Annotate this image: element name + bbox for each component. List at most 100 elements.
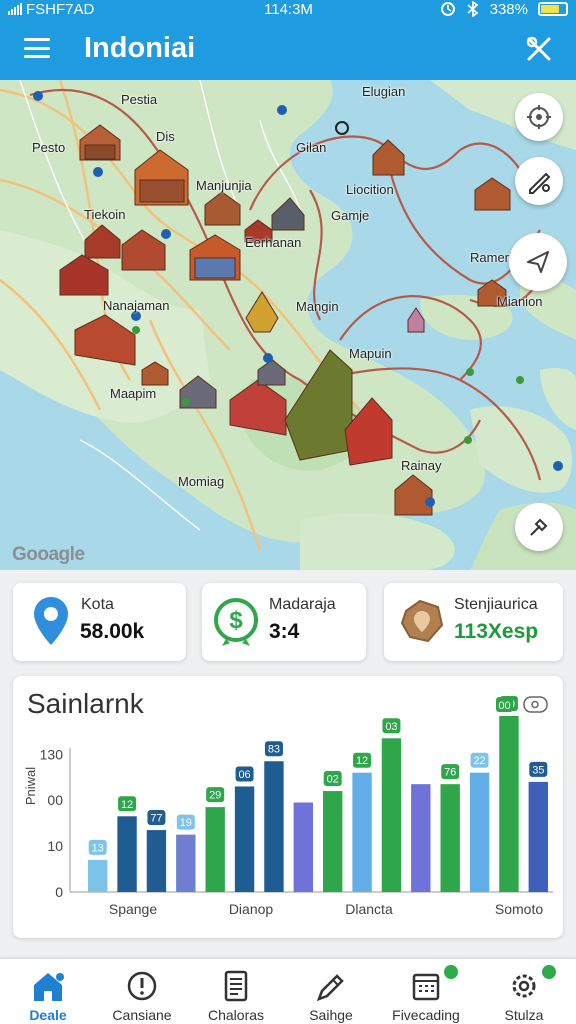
close-button[interactable] (522, 32, 556, 66)
legend-label: 00 (498, 700, 510, 712)
alarm-icon (440, 2, 455, 16)
stat-value: 58.00k (80, 620, 145, 643)
bar (176, 834, 196, 892)
bar (352, 772, 372, 892)
stat-value: 3:4 (269, 620, 300, 643)
bar (117, 816, 137, 892)
bar (528, 781, 549, 892)
data-label: 13 (92, 842, 104, 854)
bluetooth-icon (467, 1, 479, 17)
map-label: Gamje (331, 208, 370, 223)
target-icon (527, 105, 551, 129)
data-label: 12 (121, 799, 133, 811)
y-tick-label: 10 (47, 838, 63, 854)
bar (411, 784, 431, 892)
app-bar: Indoniai (0, 18, 576, 80)
clock: 114:3M (264, 0, 313, 18)
map-label: Mapuin (349, 346, 392, 361)
badge-dot (444, 965, 458, 979)
map-label: Maapim (110, 386, 157, 401)
bar (87, 859, 108, 892)
map-label: Liocition (346, 182, 394, 197)
y-tick-label: 130 (40, 746, 64, 762)
map-view[interactable]: Pestia Elugian Pesto Dis Gilan Manjunjia… (0, 80, 576, 570)
map-label: Pestia (121, 92, 158, 107)
bar (469, 772, 490, 892)
x-tick-label: Dianop (229, 901, 274, 917)
x-tick-label: Somoto (495, 901, 543, 917)
pen-icon (529, 172, 551, 194)
map-canvas (0, 80, 576, 570)
bar (440, 784, 460, 892)
chart-panel: Sainlarnk Pniwal 0 10 00 130 13 12 77 19 29 06 83… (13, 676, 563, 938)
tool-icon (530, 518, 548, 536)
bar (264, 761, 284, 892)
data-label: 22 (473, 755, 485, 767)
target-button[interactable] (515, 93, 563, 141)
map-label: Tiekoin (84, 207, 126, 222)
stat-label: Stenjiaurica (454, 596, 538, 613)
y-axis-label: Pniwal (23, 767, 38, 805)
stat-card-stenjiaurica[interactable]: Stenjiaurica 113Xesp (384, 583, 563, 661)
nav-label: Cansiane (112, 1007, 172, 1023)
page-title: Indoniai (84, 32, 196, 64)
pen-icon (316, 974, 344, 1002)
nav-item-cansiane[interactable]: Cansiane (94, 959, 190, 1024)
map-label: Mangin (296, 299, 339, 314)
stat-card-kota[interactable]: Kota 58.00k (13, 583, 186, 661)
tools-icon (526, 36, 551, 61)
bar (322, 791, 343, 892)
navigate-icon (527, 251, 549, 273)
bar (205, 807, 225, 892)
nav-label: Fivecading (392, 1007, 460, 1023)
status-bar: FSHF7AD 114:3M 338% (0, 0, 576, 18)
draw-button[interactable] (515, 157, 563, 205)
bar-chart: Pniwal 0 10 00 130 13 12 77 19 29 06 83 02 12 03 76 22… (23, 696, 553, 917)
nav-item-stulza[interactable]: Stulza (476, 959, 572, 1024)
data-label: 03 (385, 721, 397, 733)
location-pin-icon (34, 597, 68, 645)
map-label: Rainay (401, 458, 442, 473)
carrier-label: FSHF7AD (26, 0, 95, 18)
bar (146, 830, 167, 892)
data-label: 77 (150, 813, 162, 825)
nav-label: Chaloras (207, 1007, 265, 1023)
data-label: 35 (532, 764, 544, 776)
nav-item-saihge[interactable]: Saihge (283, 959, 379, 1024)
nav-label: Stulza (504, 1007, 544, 1023)
bar (499, 716, 519, 892)
carrier: FSHF7AD (8, 1, 94, 18)
settings-icon (512, 974, 536, 998)
x-tick-label: Dlancta (345, 901, 393, 917)
stat-label: Madaraja (269, 596, 336, 613)
badge-dot (542, 965, 556, 979)
map-label: Dis (156, 129, 175, 144)
battery-percent: 338% (489, 0, 528, 18)
bottom-nav: Deale Cansiane Chaloras Saihge Fivecadin… (0, 958, 576, 1024)
nav-label: Saihge (309, 1007, 353, 1023)
data-label: 06 (238, 769, 250, 781)
data-label: 02 (327, 774, 339, 786)
map-label: Nanajaman (103, 298, 170, 313)
navigate-button[interactable] (509, 233, 567, 291)
y-tick-label: 0 (55, 884, 63, 900)
nav-item-chaloras[interactable]: Chaloras (188, 959, 284, 1024)
calendar-icon (412, 973, 440, 1001)
bar (234, 786, 255, 892)
x-tick-label: Spange (109, 901, 157, 917)
svg-text:$: $ (229, 607, 243, 634)
map-label: Gilan (296, 140, 327, 155)
nav-item-deale[interactable]: Deale (0, 959, 96, 1024)
home-icon (34, 973, 64, 1001)
nav-label: Deale (29, 1007, 67, 1023)
stat-card-madaraja[interactable]: $ Madaraja 3:4 (202, 583, 366, 661)
map-label: Pesto (32, 140, 66, 155)
data-label: 12 (356, 755, 368, 767)
alert-icon (127, 971, 157, 1001)
map-label: Manjunjia (196, 178, 252, 193)
tool-button[interactable] (515, 503, 563, 551)
menu-button[interactable] (24, 38, 50, 58)
dollar-badge-icon: $ (214, 598, 258, 646)
nav-item-fivecading[interactable]: Fivecading (378, 959, 474, 1024)
signal-icon (8, 3, 22, 15)
